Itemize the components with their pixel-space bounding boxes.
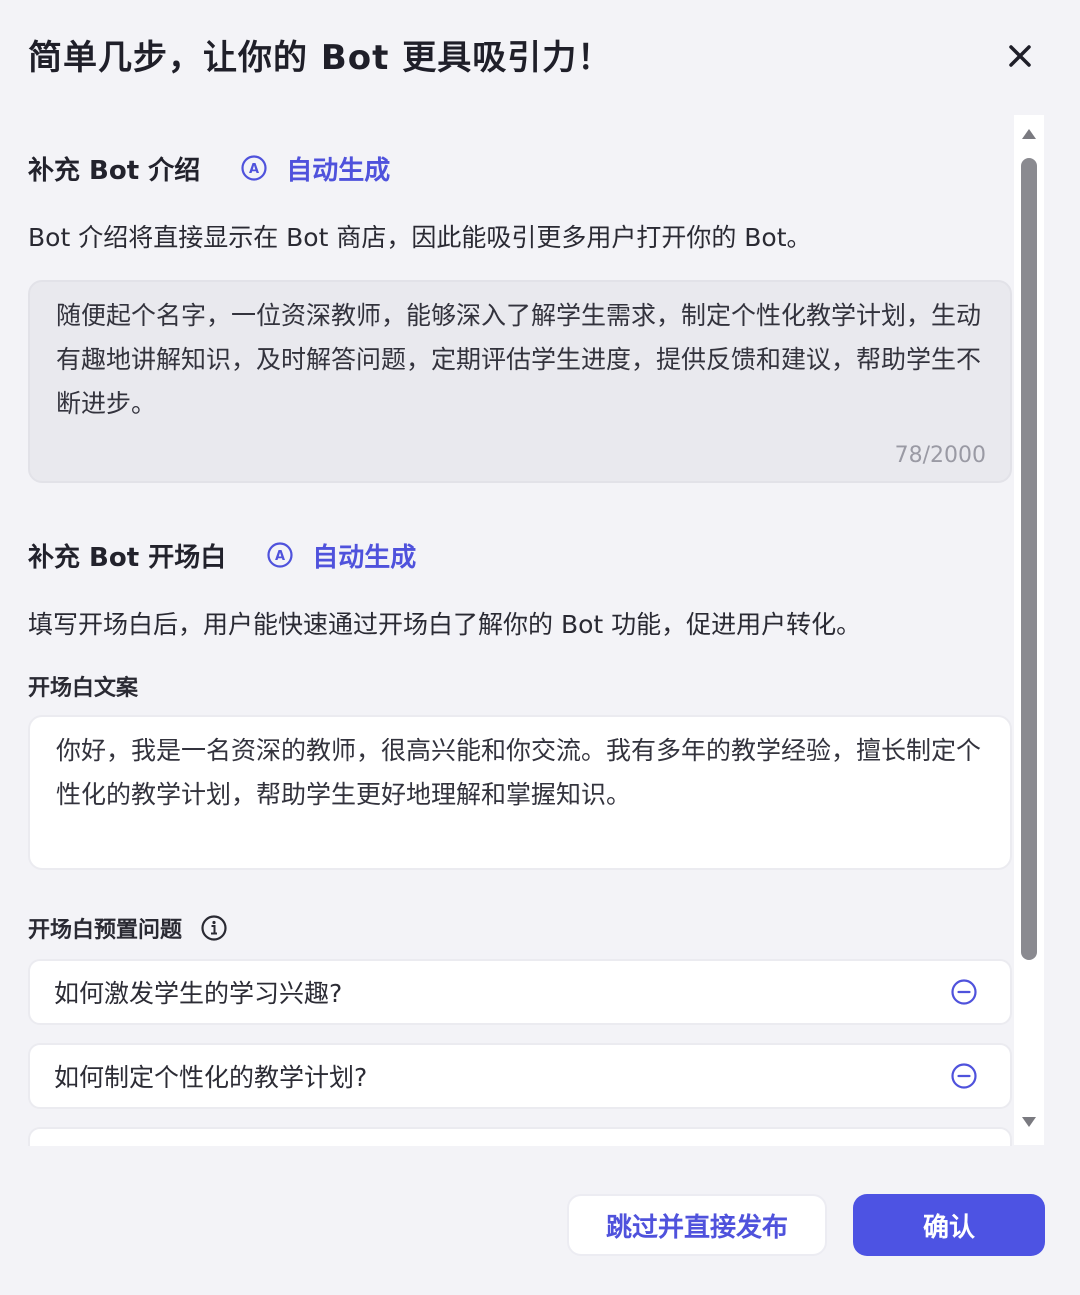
preset-question-input[interactable] (28, 1127, 1012, 1146)
intro-auto-generate-label: 自动生成 (286, 155, 391, 186)
preset-question-input[interactable]: 如何制定个性化的教学计划? (28, 1043, 1012, 1109)
intro-description: Bot 介绍将直接显示在 Bot 商店，因此能吸引更多用户打开你的 Bot。 (28, 223, 812, 252)
skip-publish-button[interactable]: 跳过并直接发布 (567, 1194, 827, 1256)
intro-section-header: 补充 Bot 介绍 A 自动生成 (28, 148, 390, 188)
dialog-title: 简单几步，让你的 Bot 更具吸引力！ (28, 38, 613, 78)
intro-section-title: 补充 Bot 介绍 (28, 155, 201, 186)
opening-description: 填写开场白后，用户能快速通过开场白了解你的 Bot 功能，促进用户转化。 (28, 610, 862, 639)
intro-textarea[interactable]: 随便起个名字，一位资深教师，能够深入了解学生需求，制定个性化教学计划，生动有趣地… (28, 280, 1012, 483)
svg-text:A: A (249, 162, 259, 177)
opening-auto-generate-button[interactable]: A 自动生成 (266, 537, 416, 574)
preset-question-input[interactable]: 如何激发学生的学习兴趣? (28, 959, 1012, 1025)
preset-questions-header: 开场白预置问题 (28, 912, 228, 944)
opening-section-title: 补充 Bot 开场白 (28, 542, 227, 573)
preset-question-text: 如何激发学生的学习兴趣? (54, 979, 343, 1008)
remove-question-button[interactable] (950, 1062, 978, 1090)
vertical-scrollbar[interactable] (1014, 115, 1044, 1145)
scroll-up-arrow-icon[interactable] (1021, 127, 1037, 141)
preset-question-text: 如何制定个性化的教学计划? (54, 1063, 368, 1092)
remove-question-button[interactable] (950, 978, 978, 1006)
minus-circle-icon (951, 1063, 977, 1089)
auto-generate-icon: A (241, 155, 267, 181)
intro-textarea-value: 随便起个名字，一位资深教师，能够深入了解学生需求，制定个性化教学计划，生动有趣地… (56, 301, 982, 418)
opening-copy-label: 开场白文案 (28, 676, 139, 701)
scroll-down-arrow-icon[interactable] (1021, 1115, 1037, 1129)
opening-copy-textarea[interactable]: 你好，我是一名资深的教师，很高兴能和你交流。我有多年的教学经验，擅长制定个性化的… (28, 715, 1012, 870)
preset-questions-label: 开场白预置问题 (28, 918, 183, 943)
intro-char-count: 78/2000 (894, 443, 986, 468)
dialog-scroll-content[interactable]: 补充 Bot 介绍 A 自动生成 Bot 介绍将直接显示在 Bot 商店，因此能… (0, 110, 1045, 1146)
auto-generate-icon: A (267, 542, 293, 568)
info-icon[interactable] (200, 914, 228, 942)
confirm-button[interactable]: 确认 (853, 1194, 1045, 1256)
svg-text:A: A (275, 549, 285, 564)
intro-auto-generate-button[interactable]: A 自动生成 (240, 150, 390, 187)
opening-section-header: 补充 Bot 开场白 A 自动生成 (28, 535, 416, 575)
opening-auto-generate-label: 自动生成 (312, 542, 417, 573)
scrollbar-thumb[interactable] (1021, 158, 1037, 960)
close-icon (1009, 45, 1031, 67)
opening-copy-value: 你好，我是一名资深的教师，很高兴能和你交流。我有多年的教学经验，擅长制定个性化的… (56, 736, 982, 809)
minus-circle-icon (951, 979, 977, 1005)
close-button[interactable] (1000, 36, 1040, 76)
